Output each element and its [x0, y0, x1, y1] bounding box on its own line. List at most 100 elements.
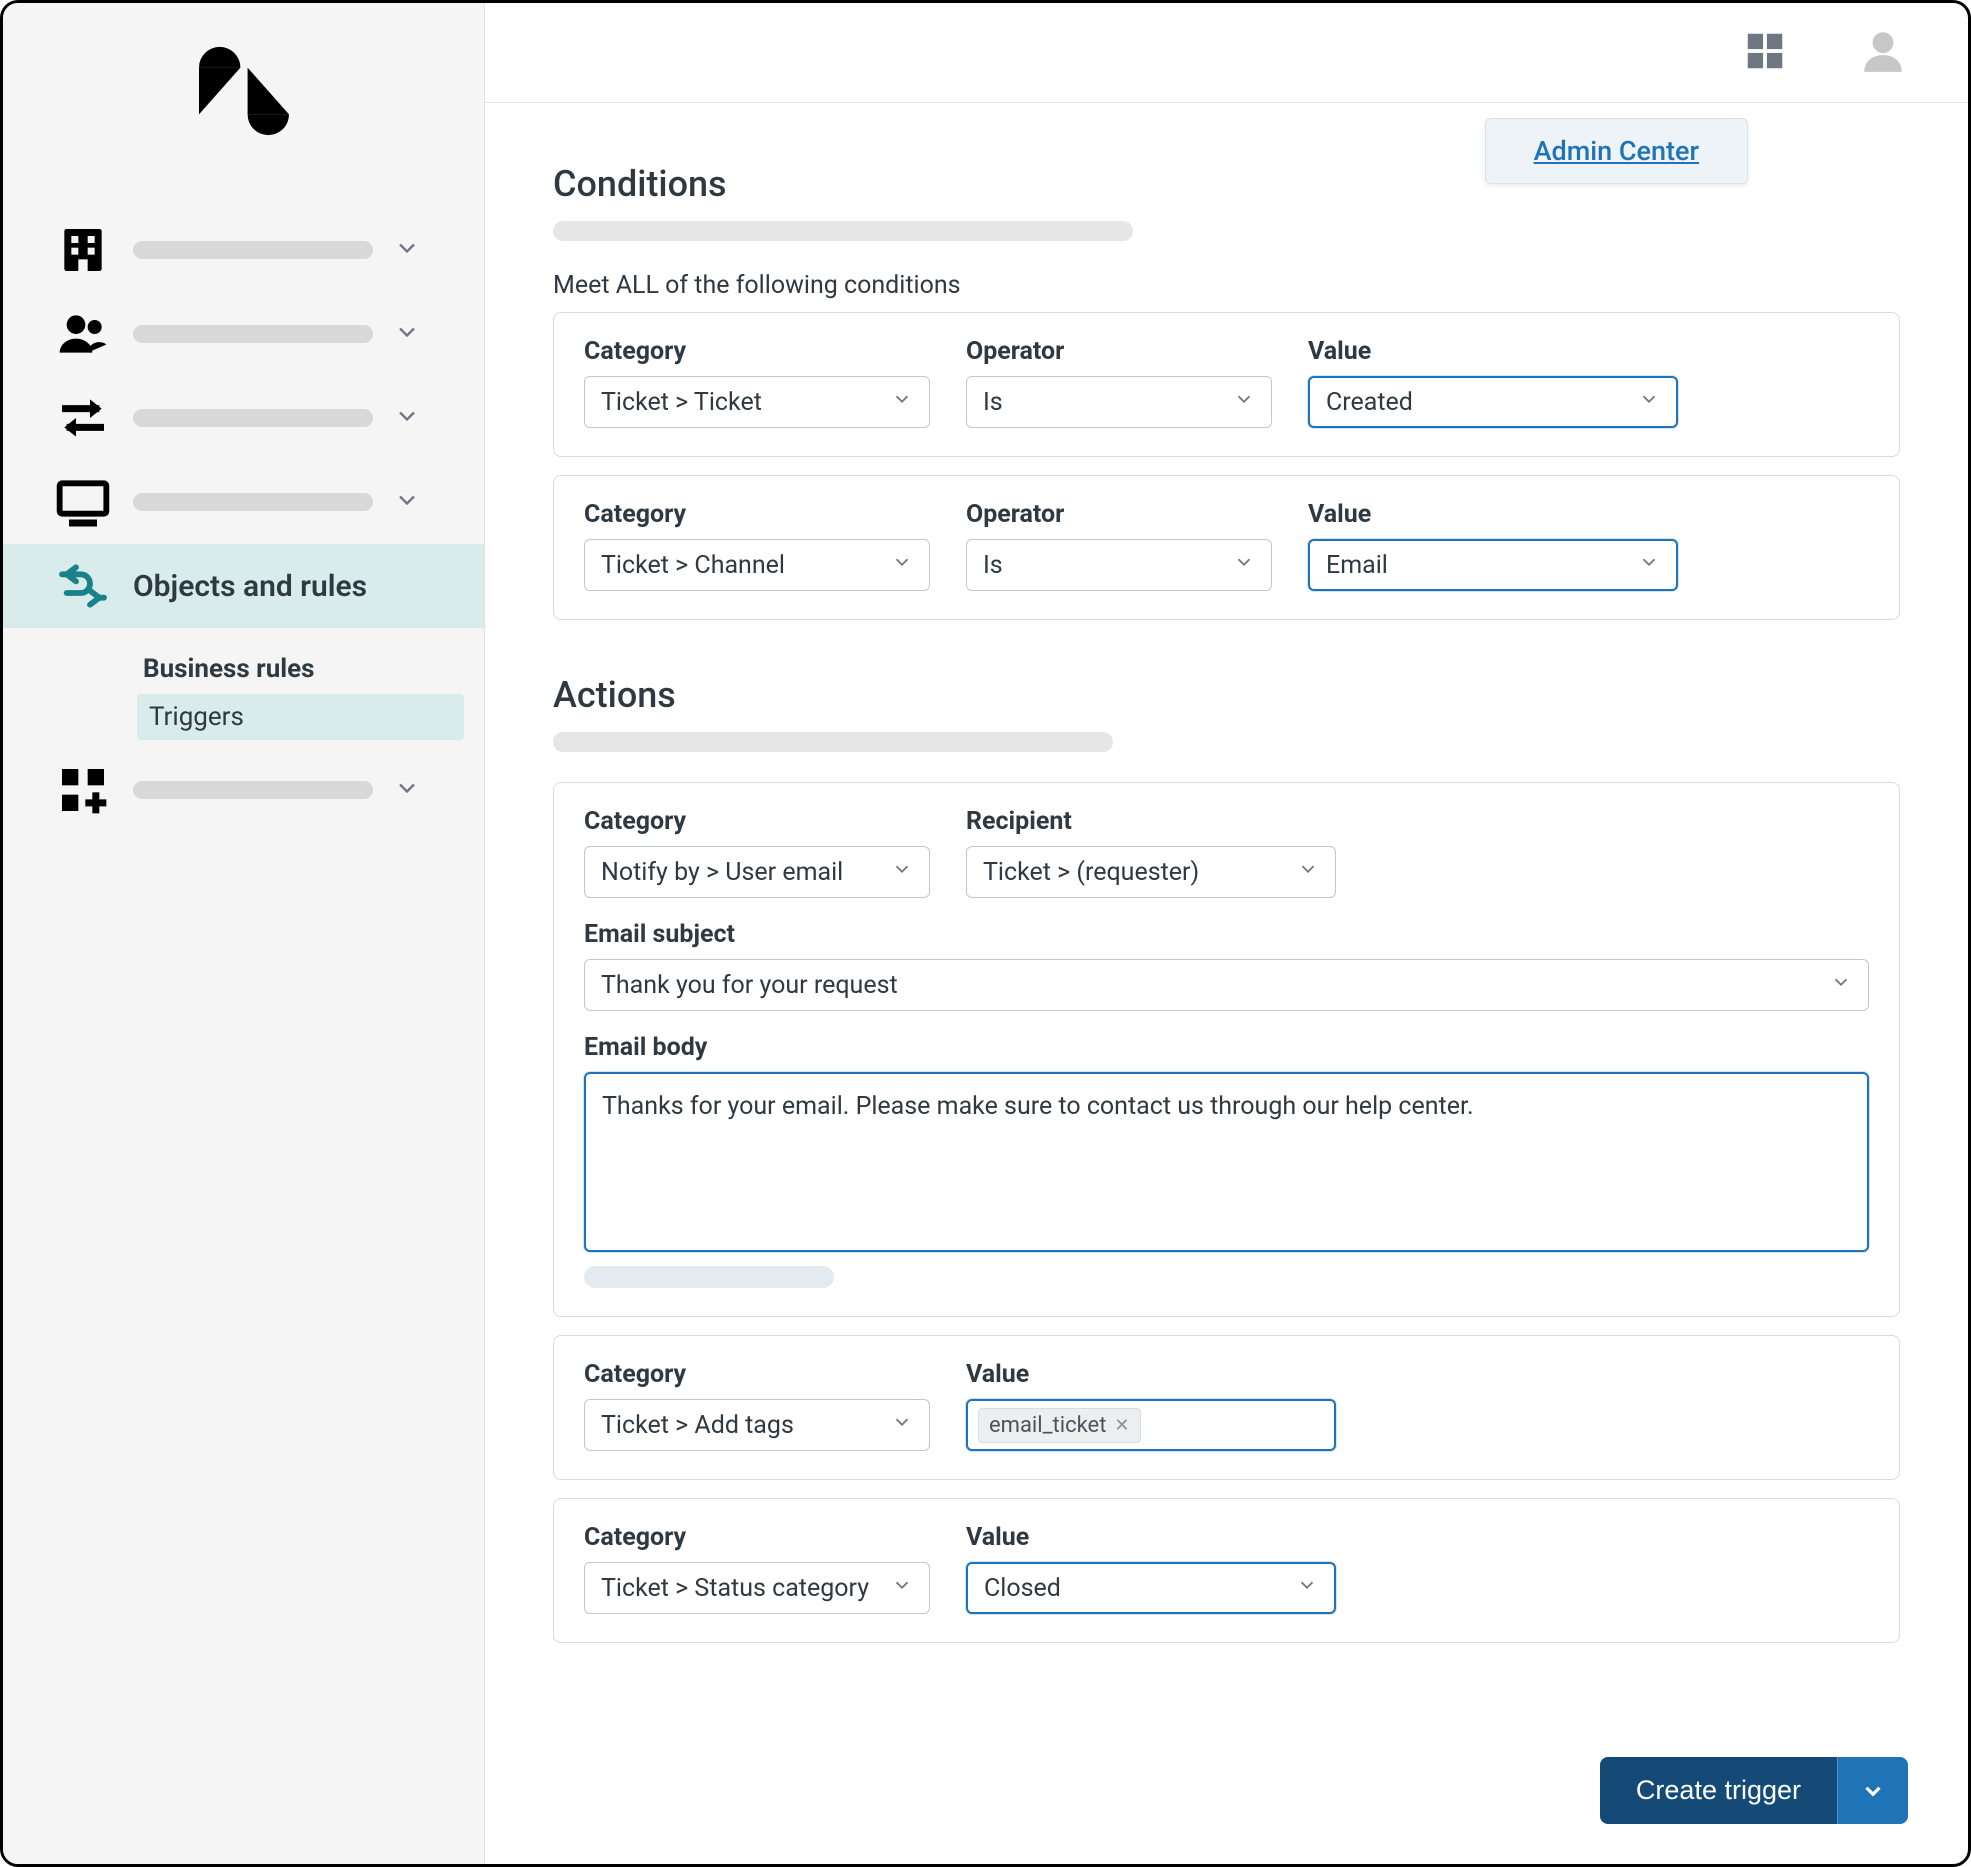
email-subject-input[interactable]: Thank you for your request — [584, 959, 1869, 1011]
condition-value-select[interactable]: Email — [1308, 539, 1678, 591]
textarea-value: Thanks for your email. Please make sure … — [602, 1092, 1474, 1121]
action-category-select[interactable]: Notify by > User email — [584, 846, 930, 898]
sidebar-item-label: Objects and rules — [133, 569, 454, 604]
sidebar-item-apps[interactable] — [3, 748, 484, 832]
condition-operator-select[interactable]: Is — [966, 376, 1272, 428]
condition-row-2: Category Ticket > Channel Operator Is — [553, 475, 1900, 620]
sidebar-sub-item-triggers[interactable]: Triggers — [137, 694, 464, 740]
action-category-select[interactable]: Ticket > Status category — [584, 1562, 930, 1614]
conditions-desc-placeholder — [553, 221, 1133, 241]
chevron-down-icon — [393, 234, 421, 266]
field-label-recipient: Recipient — [966, 807, 1336, 836]
nav-placeholder — [133, 241, 373, 259]
admin-center-link[interactable]: Admin Center — [1534, 135, 1699, 167]
field-label-category: Category — [584, 337, 930, 366]
condition-category-select[interactable]: Ticket > Ticket — [584, 376, 930, 428]
chevron-down-icon — [891, 1411, 913, 1440]
monitor-icon — [53, 474, 113, 530]
field-label-body: Email body — [584, 1033, 1869, 1062]
nav-placeholder — [133, 325, 373, 343]
field-label-value: Value — [966, 1360, 1336, 1389]
chevron-down-icon — [891, 388, 913, 417]
status-value-select[interactable]: Closed — [966, 1562, 1336, 1614]
select-value: Created — [1326, 388, 1413, 417]
sidebar-item-account[interactable] — [3, 208, 484, 292]
chevron-down-icon — [1860, 1778, 1886, 1804]
field-label-operator: Operator — [966, 337, 1272, 366]
tag-label: email_ticket — [989, 1413, 1106, 1438]
app-window: Objects and rules Business rules Trigger… — [0, 0, 1971, 1867]
sidebar-sub-heading: Business rules — [143, 644, 484, 694]
field-label-value: Value — [966, 1523, 1336, 1552]
action-recipient-select[interactable]: Ticket > (requester) — [966, 846, 1336, 898]
actions-title: Actions — [553, 674, 1900, 716]
tags-input[interactable]: email_ticket ✕ — [966, 1399, 1336, 1451]
select-value: Closed — [984, 1574, 1061, 1603]
chevron-down-icon — [1233, 388, 1255, 417]
input-value: Thank you for your request — [601, 971, 898, 1000]
field-label-value: Value — [1308, 337, 1678, 366]
chevron-down-icon — [393, 318, 421, 350]
building-icon — [53, 222, 113, 278]
chevron-down-icon — [1638, 388, 1660, 417]
main-panel: Admin Center Conditions Meet ALL of the … — [485, 3, 1968, 1864]
action-category-select[interactable]: Ticket > Add tags — [584, 1399, 930, 1451]
field-label-operator: Operator — [966, 500, 1272, 529]
chevron-down-icon — [891, 858, 913, 887]
field-label-category: Category — [584, 1523, 930, 1552]
condition-value-select[interactable]: Created — [1308, 376, 1678, 428]
topbar — [485, 3, 1968, 103]
select-value: Notify by > User email — [601, 858, 843, 887]
sidebar-item-channels[interactable] — [3, 376, 484, 460]
workflow-icon — [53, 558, 113, 614]
select-value: Is — [983, 388, 1003, 417]
chevron-down-icon — [393, 774, 421, 806]
condition-operator-select[interactable]: Is — [966, 539, 1272, 591]
field-label-value: Value — [1308, 500, 1678, 529]
people-icon — [53, 306, 113, 362]
sidebar-item-people[interactable] — [3, 292, 484, 376]
tag-remove-icon[interactable]: ✕ — [1114, 1415, 1129, 1436]
body-hint-placeholder — [584, 1266, 834, 1288]
select-value: Ticket > Status category — [601, 1574, 869, 1603]
admin-center-chip[interactable]: Admin Center — [1485, 118, 1748, 184]
tag-chip[interactable]: email_ticket ✕ — [978, 1408, 1141, 1443]
field-label-category: Category — [584, 807, 930, 836]
brand-logo — [3, 3, 484, 178]
zendesk-logo-icon — [199, 46, 289, 136]
sidebar-item-objects-rules[interactable]: Objects and rules — [3, 544, 484, 628]
sidebar: Objects and rules Business rules Trigger… — [3, 3, 485, 1864]
action-notify-card: Category Notify by > User email Recipien… — [553, 782, 1900, 1317]
select-value: Is — [983, 551, 1003, 580]
profile-icon[interactable] — [1858, 26, 1908, 80]
nav-placeholder — [133, 781, 373, 799]
chevron-down-icon — [1297, 858, 1319, 887]
chevron-down-icon — [891, 551, 913, 580]
sidebar-nav: Objects and rules Business rules Trigger… — [3, 178, 484, 832]
chevron-down-icon — [1296, 1574, 1318, 1603]
conditions-all-label: Meet ALL of the following conditions — [553, 271, 1900, 300]
field-label-category: Category — [584, 500, 930, 529]
grid-plus-icon — [53, 762, 113, 818]
select-value: Ticket > Add tags — [601, 1411, 794, 1440]
select-value: Ticket > Channel — [601, 551, 785, 580]
chevron-down-icon — [393, 402, 421, 434]
arrows-icon — [53, 390, 113, 446]
sidebar-item-workspaces[interactable] — [3, 460, 484, 544]
chevron-down-icon — [1830, 971, 1852, 1000]
sidebar-subnav: Business rules Triggers — [3, 628, 484, 748]
chevron-down-icon — [1233, 551, 1255, 580]
apps-grid-icon[interactable] — [1742, 28, 1788, 78]
select-value: Email — [1326, 551, 1388, 580]
condition-row-1: Category Ticket > Ticket Operator Is — [553, 312, 1900, 457]
nav-placeholder — [133, 493, 373, 511]
condition-category-select[interactable]: Ticket > Channel — [584, 539, 930, 591]
email-body-textarea[interactable]: Thanks for your email. Please make sure … — [584, 1072, 1869, 1252]
footer-actions: Create trigger — [1600, 1757, 1908, 1824]
create-trigger-button[interactable]: Create trigger — [1600, 1757, 1837, 1824]
create-trigger-dropdown-button[interactable] — [1837, 1757, 1908, 1824]
actions-desc-placeholder — [553, 732, 1113, 752]
chevron-down-icon — [1638, 551, 1660, 580]
action-status-card: Category Ticket > Status category Value … — [553, 1498, 1900, 1643]
select-value: Ticket > Ticket — [601, 388, 762, 417]
